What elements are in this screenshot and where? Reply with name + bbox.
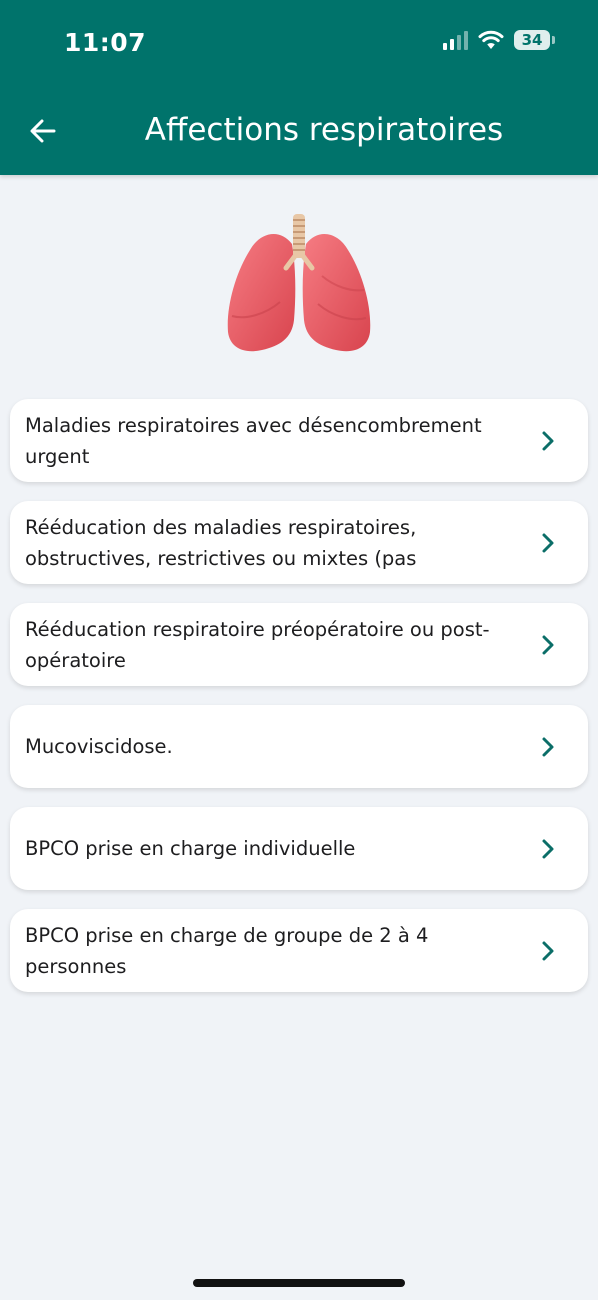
status-time: 11:07 bbox=[64, 28, 147, 57]
list-item-label: BPCO prise en charge individuelle bbox=[25, 837, 356, 860]
list-item[interactable]: Rééducation respiratoire préopératoire o… bbox=[10, 603, 588, 686]
home-indicator[interactable] bbox=[193, 1279, 405, 1287]
list-item-label: Rééducation des maladies respiratoires, … bbox=[25, 515, 417, 570]
chevron-right-icon bbox=[542, 431, 554, 450]
list-item[interactable]: Rééducation des maladies respiratoires, … bbox=[10, 501, 588, 584]
cellular-signal-icon bbox=[443, 30, 468, 50]
list-item-label: Rééducation respiratoire préopératoire o… bbox=[25, 617, 490, 672]
list-item[interactable]: BPCO prise en charge de groupe de 2 à 4 … bbox=[10, 909, 588, 992]
list-item-label: Mucoviscidose. bbox=[25, 735, 173, 758]
lungs-icon bbox=[227, 214, 371, 352]
chevron-right-icon bbox=[542, 737, 554, 756]
chevron-right-icon bbox=[542, 533, 554, 552]
chevron-right-icon bbox=[542, 635, 554, 654]
battery-icon: 34 bbox=[514, 30, 555, 50]
list-item[interactable]: Mucoviscidose. bbox=[10, 705, 588, 788]
status-icons: 34 bbox=[443, 30, 555, 50]
chevron-right-icon bbox=[542, 941, 554, 960]
wifi-icon bbox=[478, 30, 504, 49]
chevron-right-icon bbox=[542, 839, 554, 858]
list-item-label: BPCO prise en charge de groupe de 2 à 4 … bbox=[25, 923, 429, 978]
list-item[interactable]: Maladies respiratoires avec désencombrem… bbox=[10, 399, 588, 482]
list-item[interactable]: BPCO prise en charge individuelle bbox=[10, 807, 588, 890]
app-header: 11:07 34 Affections respiratoires bbox=[0, 0, 598, 175]
list-item-label: Maladies respiratoires avec désencombrem… bbox=[25, 413, 482, 468]
arrow-left-icon bbox=[30, 119, 56, 143]
page-title: Affections respiratoires bbox=[144, 112, 504, 148]
back-button[interactable] bbox=[26, 114, 60, 148]
